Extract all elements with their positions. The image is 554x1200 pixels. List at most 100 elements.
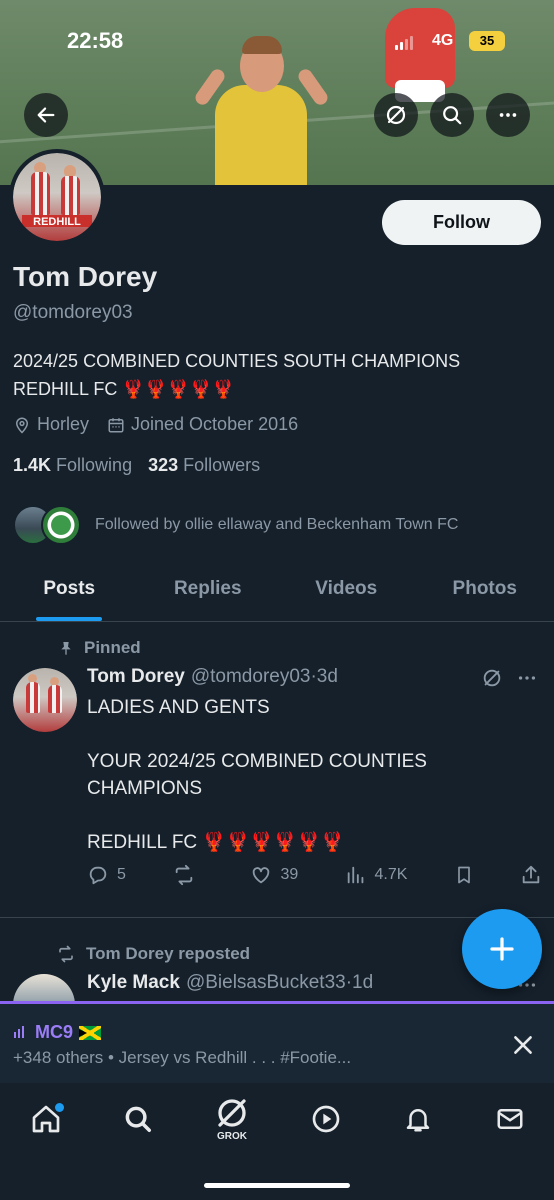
views-button[interactable]: 4.7K: [345, 864, 408, 886]
play-circle-icon: [312, 1105, 340, 1133]
repost-label: Tom Dorey reposted: [86, 944, 251, 963]
notification-dot: [55, 1103, 64, 1112]
home-indicator: [204, 1183, 350, 1188]
pinned-indicator: Pinned: [58, 638, 141, 658]
close-icon: [514, 1036, 532, 1054]
reply-button[interactable]: 5: [87, 864, 126, 886]
tweet-avatar[interactable]: [13, 668, 77, 732]
search-icon: [125, 1106, 151, 1132]
followed-by-text: Followed by ollie ellaway and Beckenham …: [95, 516, 459, 533]
views-count: 4.7K: [374, 866, 408, 883]
repost-indicator: Tom Dorey reposted: [56, 944, 250, 964]
space-title: MC9: [13, 1022, 102, 1043]
following-count: 1.4K: [13, 455, 52, 475]
signal-icon: [395, 36, 415, 50]
tweet-author[interactable]: Kyle Mack: [87, 972, 180, 994]
nav-grok[interactable]: [212, 1093, 252, 1133]
avatar-sign-text: REDHILL: [21, 214, 93, 228]
tweet-line: LADIES AND GENTS: [87, 697, 270, 718]
heart-icon: [253, 867, 270, 884]
repost-icon: [59, 945, 73, 963]
follow-button[interactable]: Follow: [382, 200, 541, 245]
following-link[interactable]: 1.4K Following: [13, 455, 132, 476]
tweet-actions: 5 39 4.7K: [87, 864, 542, 886]
like-count: 39: [280, 866, 299, 883]
calendar-icon: [108, 417, 124, 432]
space-subtitle: +348 others • Jersey vs Redhill . . . #F…: [13, 1048, 352, 1067]
pinned-tweet[interactable]: Pinned Tom Dorey @tomdorey03·3d LADIES A…: [0, 622, 554, 918]
space-title-text: MC9: [35, 1022, 74, 1042]
tweet-header: Kyle Mack @BielsasBucket33·1d: [87, 972, 373, 994]
arrow-left-icon: [37, 107, 55, 123]
profile-bio: 2024/25 COMBINED COUNTIES SOUTH CHAMPION…: [13, 351, 461, 399]
profile-handle: @tomdorey03: [13, 302, 133, 323]
tweet-grok-button[interactable]: [481, 667, 503, 694]
reply-icon: [89, 866, 107, 885]
profile-avatar[interactable]: REDHILL: [9, 149, 105, 245]
joined-date: Joined October 2016: [107, 414, 298, 435]
status-bar: 22:58 4G 35: [0, 0, 554, 80]
live-space-bar[interactable]: MC9 +348 others • Jersey vs Redhill . . …: [0, 1001, 554, 1083]
followed-by-row[interactable]: Followed by ollie ellaway and Beckenham …: [13, 505, 458, 545]
more-horizontal-icon: [518, 676, 536, 680]
grok-icon: [218, 1099, 246, 1127]
grok-icon: [386, 105, 406, 125]
tweet-more-button[interactable]: [516, 667, 538, 694]
nav-search[interactable]: [118, 1099, 158, 1139]
location-text: Horley: [37, 414, 90, 434]
compose-button[interactable]: [462, 909, 542, 989]
profile-name: Tom Dorey: [13, 261, 158, 292]
like-button[interactable]: 39: [250, 864, 298, 886]
more-button[interactable]: [486, 93, 530, 137]
location-pin-icon: [15, 417, 29, 434]
pin-icon: [61, 642, 71, 655]
share-button[interactable]: [520, 864, 542, 886]
followers-link[interactable]: 323 Followers: [148, 455, 260, 476]
plus-icon: [490, 937, 514, 961]
tweet-handle[interactable]: @BielsasBucket33: [186, 972, 346, 994]
repost-button[interactable]: [172, 864, 204, 886]
space-close-button[interactable]: [510, 1032, 536, 1063]
status-time: 22:58: [67, 28, 124, 53]
mail-icon: [497, 1109, 523, 1129]
profile-tabs: Posts Replies Videos Photos: [0, 566, 554, 622]
tab-posts[interactable]: Posts: [0, 566, 139, 621]
tweet-header: Tom Dorey @tomdorey03·3d: [87, 666, 338, 688]
more-horizontal-icon: [499, 113, 517, 117]
nav-home[interactable]: [26, 1099, 66, 1139]
grok-button[interactable]: [374, 93, 418, 137]
search-icon: [443, 106, 462, 125]
tweet-avatar-photo: [13, 668, 77, 732]
tweet-text: LADIES AND GENTS YOUR 2024/25 COMBINED C…: [87, 694, 527, 856]
tab-videos[interactable]: Videos: [277, 566, 416, 621]
nav-messages[interactable]: [490, 1099, 530, 1139]
battery-icon: 35: [469, 31, 505, 51]
nav-notifications[interactable]: [398, 1099, 438, 1139]
joined-text: Joined October 2016: [131, 414, 299, 434]
tab-photos[interactable]: Photos: [416, 566, 554, 621]
tab-replies[interactable]: Replies: [139, 566, 278, 621]
grok-icon: [483, 669, 501, 687]
nav-video[interactable]: [306, 1099, 346, 1139]
following-label: Following: [56, 455, 133, 475]
tweet-line: YOUR 2024/25 COMBINED COUNTIES CHAMPIONS: [87, 751, 427, 799]
nav-grok-label: GROK: [217, 1131, 247, 1142]
live-audio-icon: [14, 1025, 24, 1038]
search-button[interactable]: [430, 93, 474, 137]
profile-meta: Horley Joined October 2016: [13, 414, 310, 435]
follower-avatar-2: [41, 505, 81, 545]
reply-count: 5: [117, 866, 126, 883]
bell-icon: [406, 1109, 430, 1132]
tweet-time: ·1d: [345, 972, 374, 993]
tweet-author[interactable]: Tom Dorey: [87, 666, 185, 688]
back-button[interactable]: [24, 93, 68, 137]
views-chart-icon: [347, 866, 363, 884]
followers-label: Followers: [183, 455, 261, 475]
bookmark-button[interactable]: [454, 864, 474, 886]
tweet-handle[interactable]: @tomdorey03: [191, 666, 311, 688]
pinned-label: Pinned: [84, 638, 141, 657]
follow-stats: 1.4K Following 323 Followers: [13, 455, 260, 476]
network-label: 4G: [432, 32, 454, 49]
followers-count: 323: [148, 455, 179, 475]
bookmark-icon: [457, 866, 470, 884]
